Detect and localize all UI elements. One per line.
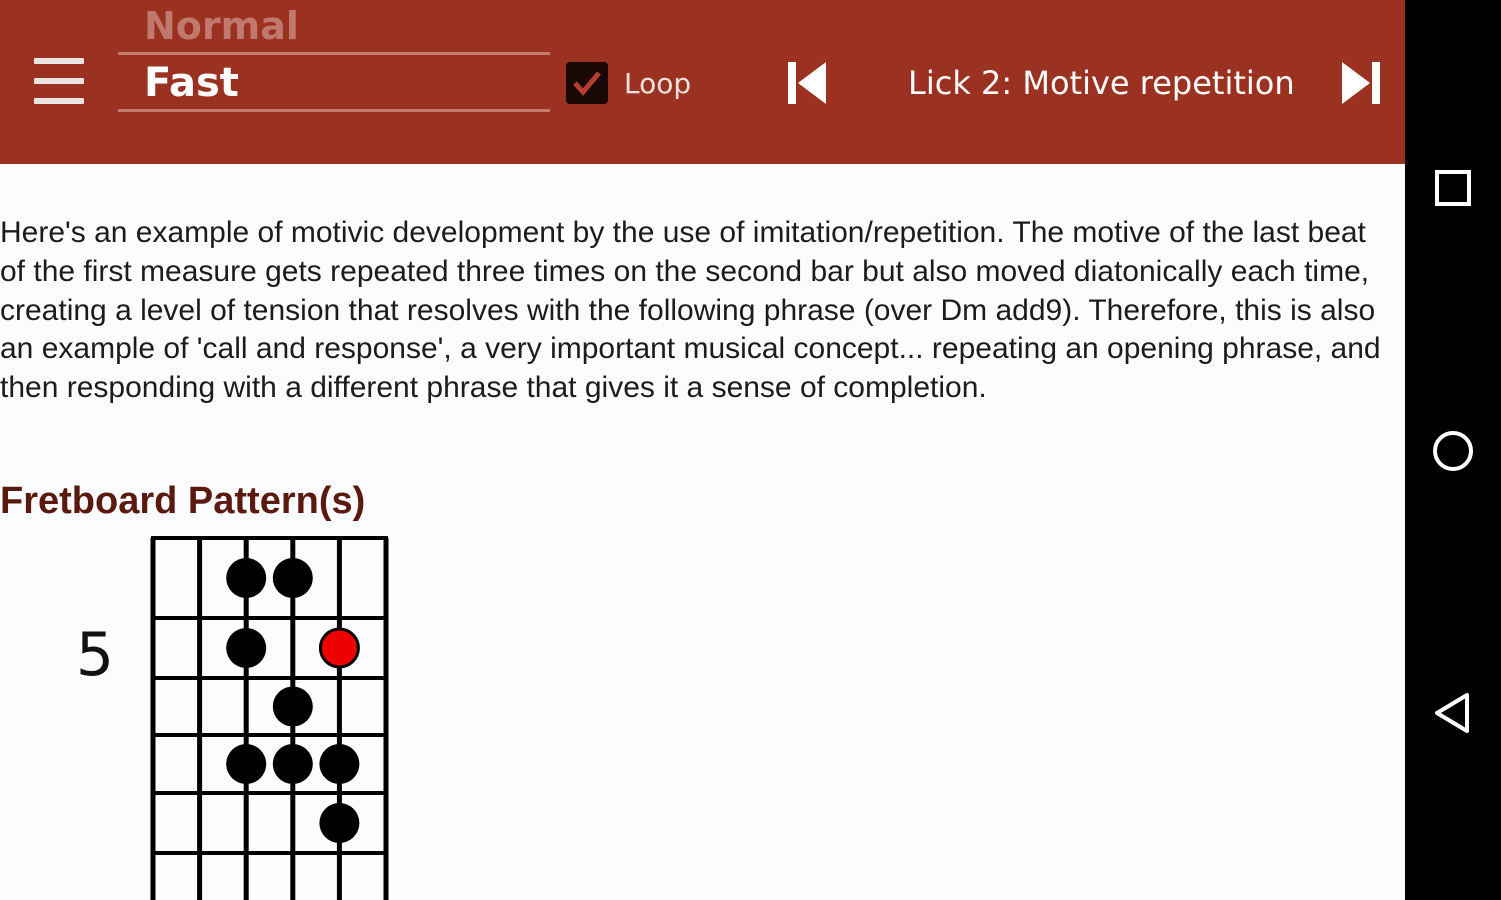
checkmark-icon [573, 71, 601, 96]
speed-option-selected[interactable]: Fast [144, 60, 239, 106]
note-dot [226, 744, 267, 784]
hamburger-menu-icon[interactable] [34, 58, 84, 104]
note-dot [272, 686, 313, 727]
root-note-dot [318, 627, 360, 669]
lick-title: Lick 2: Motive repetition [908, 64, 1295, 102]
note-dot [226, 558, 267, 598]
note-dot [272, 558, 313, 598]
loop-label[interactable]: Loop [624, 67, 691, 100]
note-dot [272, 744, 313, 784]
fret-number-label: 5 [76, 620, 114, 690]
note-dot [226, 628, 267, 668]
picker-divider-bottom [118, 109, 550, 112]
square-icon[interactable] [1425, 160, 1481, 216]
fretboard-diagram: 5 [76, 536, 389, 900]
app-toolbar: Normal Fast Loop Lick 2: Motive repetiti… [0, 0, 1405, 164]
note-dot [319, 744, 360, 784]
system-navigation-bar [1405, 0, 1501, 900]
loop-checkbox[interactable] [566, 62, 608, 104]
circle-icon[interactable] [1425, 423, 1481, 479]
lick-description: Here's an example of motivic development… [0, 216, 1381, 405]
section-title-fretboard: Fretboard Pattern(s) [0, 480, 366, 522]
skip-next-icon[interactable] [1340, 60, 1382, 106]
note-dot [319, 803, 360, 843]
picker-divider-top [118, 52, 550, 55]
triangle-back-icon[interactable] [1425, 685, 1481, 741]
speed-option-previous[interactable]: Normal [144, 4, 299, 48]
speed-picker[interactable]: Normal Fast [118, 0, 550, 116]
skip-previous-icon[interactable] [786, 60, 828, 106]
